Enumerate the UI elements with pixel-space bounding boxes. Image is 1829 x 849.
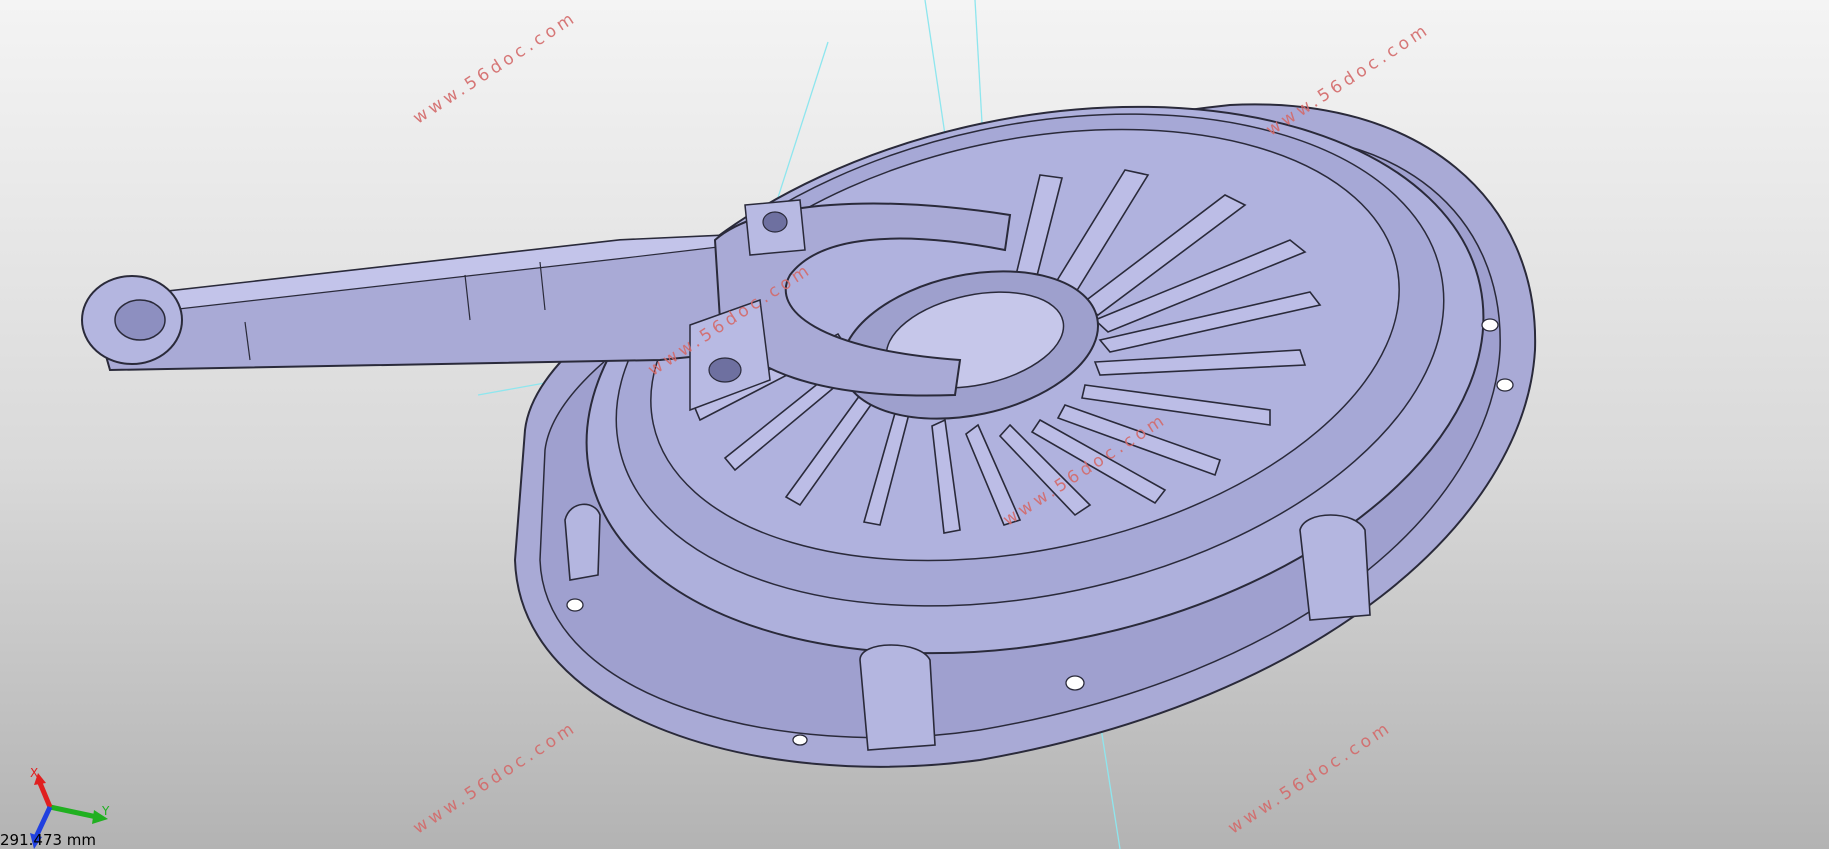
3d-viewport[interactable]: www.56doc.com www.56doc.com www.56doc.co… [0,0,1829,849]
x-axis-arrow [37,782,53,808]
scale-readout: 291.473 mm [0,831,97,849]
y-axis-label: Y [101,804,110,818]
clutch-assembly-model[interactable] [0,0,1829,849]
y-axis-arrow [49,804,98,820]
release-fork-lever [81,233,761,372]
x-axis-label: X [30,766,38,780]
